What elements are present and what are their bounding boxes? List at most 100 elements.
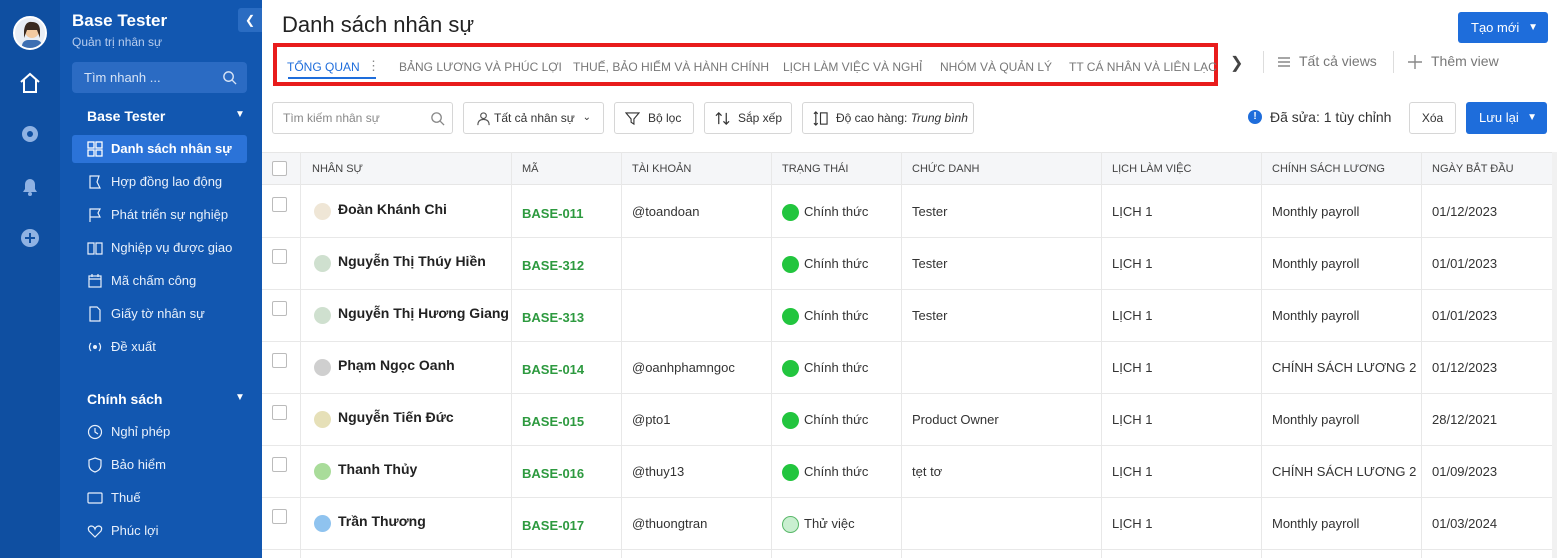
tab-group-management[interactable]: NHÓM VÀ QUẢN LÝ [940, 60, 1052, 74]
employee-scope-dropdown[interactable]: Tất cả nhân sự ⌄ [463, 102, 604, 134]
sidebar-group-policy[interactable]: Chính sách ▼ [87, 391, 245, 407]
employee-code[interactable]: BASE-016 [522, 466, 584, 481]
row-checkbox[interactable] [272, 457, 287, 472]
tab-personal-contact[interactable]: TT CÁ NHÂN VÀ LIÊN LẠC [1069, 60, 1217, 74]
sidebar-item-career[interactable]: Phát triển sự nghiệp [72, 201, 247, 229]
row-checkbox[interactable] [272, 197, 287, 212]
sidebar-item-tax[interactable]: Thuế [72, 484, 247, 512]
tab-options-icon[interactable]: ⋮ [367, 58, 380, 74]
tab-schedule-leave[interactable]: LỊCH LÀM VIỆC VÀ NGHỈ [783, 60, 922, 74]
sidebar-item-employee-list[interactable]: Danh sách nhân sự [72, 135, 247, 163]
employee-name[interactable]: Nguyễn Thị Hương Giang [338, 305, 509, 321]
employee-avatar [314, 203, 331, 220]
sidebar-item-leave[interactable]: Nghỉ phép [72, 418, 247, 446]
employee-start-date: 28/12/2021 [1432, 412, 1498, 427]
quick-search-input[interactable]: Tìm nhanh ... [72, 62, 247, 93]
column-header-salary-policy[interactable]: CHÍNH SÁCH LƯƠNG [1272, 163, 1385, 175]
employee-code[interactable]: BASE-014 [522, 362, 584, 377]
select-all-checkbox[interactable] [272, 161, 287, 176]
table-row[interactable]: Đoàn Khánh Chi Chính thức BASE-011 @toandoa… [262, 186, 1557, 238]
sidebar-item-contracts[interactable]: Hợp đồng lao động [72, 168, 247, 196]
employee-name[interactable]: Thanh Thủy [338, 461, 417, 477]
employee-name[interactable]: Nguyễn Thị Thúy Hiền [338, 253, 486, 269]
save-label: Lưu lại [1479, 110, 1519, 125]
employee-name[interactable]: Trần Thương [338, 513, 426, 529]
sidebar-item-benefits[interactable]: Phúc lợi [72, 517, 247, 545]
chevron-down-icon: ▼ [235, 109, 245, 120]
add-circle-icon[interactable] [18, 226, 42, 250]
employee-code[interactable]: BASE-312 [522, 258, 584, 273]
employee-name[interactable]: Đoàn Khánh Chi [338, 201, 447, 217]
row-height-button[interactable]: Độ cao hàng: Trung bình [802, 102, 974, 134]
employee-schedule: LỊCH 1 [1112, 516, 1153, 531]
list-icon [1278, 57, 1290, 67]
row-checkbox[interactable] [272, 249, 287, 264]
row-checkbox[interactable] [272, 405, 287, 420]
employee-code[interactable]: BASE-313 [522, 310, 584, 325]
bell-icon[interactable] [18, 174, 42, 198]
employee-job-title: Tester [912, 256, 948, 271]
sidebar-group-base-tester[interactable]: Base Tester ▼ [87, 108, 245, 124]
row-checkbox[interactable] [272, 301, 287, 316]
employee-status: Chính thức [804, 308, 869, 323]
sidebar-item-label: Phúc lợi [111, 523, 159, 538]
employee-search-input[interactable]: Tìm kiếm nhân sự [272, 102, 453, 134]
table-row[interactable]: Thanh Thủy Chính thức BASE-016 @thuy13 tẹt t… [262, 446, 1557, 498]
status-dot-icon [782, 256, 799, 273]
table-row[interactable]: Nguyễn Thị Thúy Hiền Chính thức BASE-312 Te… [262, 238, 1557, 290]
column-divider [1261, 152, 1262, 558]
column-divider [901, 152, 902, 558]
employee-avatar [314, 411, 331, 428]
table-row[interactable]: Phạm Ngọc Oanh Chính thức BASE-014 @oanhpha… [262, 342, 1557, 394]
save-button[interactable]: Lưu lại ▼ [1466, 102, 1547, 134]
column-header-status[interactable]: TRẠNG THÁI [782, 163, 848, 175]
sidebar-subtitle: Quản trị nhân sự [72, 35, 163, 49]
user-avatar[interactable] [13, 16, 47, 50]
sidebar-item-timekeeping[interactable]: Mã chấm công [72, 267, 247, 295]
table-row[interactable]: Nguyễn Thị Hương Giang Chính thức BASE-313… [262, 290, 1557, 342]
create-new-button[interactable]: Tạo mới ▼ [1458, 12, 1548, 43]
column-header-account[interactable]: TÀI KHOẢN [632, 163, 691, 175]
sidebar-item-insurance[interactable]: Bảo hiểm [72, 451, 247, 479]
employee-schedule: LỊCH 1 [1112, 256, 1153, 271]
sort-button[interactable]: Sắp xếp [704, 102, 792, 134]
column-header-employee[interactable]: NHÂN SỰ [312, 163, 363, 175]
row-checkbox[interactable] [272, 509, 287, 524]
tab-payroll-benefits[interactable]: BẢNG LƯƠNG VÀ PHÚC LỢI [399, 60, 562, 74]
table-row[interactable]: Trần Thương Thử việc BASE-017 @thuongtran LỊ… [262, 498, 1557, 550]
sidebar-item-documents[interactable]: Giấy tờ nhân sự [72, 300, 247, 328]
tax-icon [87, 492, 103, 504]
search-icon [223, 71, 237, 85]
table-row[interactable]: Nguyễn Tiến Đức Chính thức BASE-015 @pto1 Pr… [262, 394, 1557, 446]
employee-start-date: 01/12/2023 [1432, 204, 1498, 219]
employee-name[interactable]: Phạm Ngọc Oanh [338, 357, 455, 373]
tab-overview[interactable]: TỔNG QUAN [287, 60, 360, 74]
column-header-start-date[interactable]: NGÀY BẮT ĐẦU [1432, 163, 1514, 175]
employee-name[interactable]: Nguyễn Tiến Đức [338, 409, 454, 425]
all-views-link[interactable]: Tất cả views [1277, 53, 1377, 69]
horizontal-scroll-edge[interactable] [1552, 152, 1557, 558]
filter-icon [625, 112, 640, 126]
employee-avatar [314, 255, 331, 272]
collapse-sidebar-button[interactable]: ❮ [238, 8, 262, 32]
column-header-code[interactable]: MÃ [522, 163, 539, 175]
tabs-next-icon[interactable]: ❯ [1230, 53, 1243, 73]
tab-tax-insurance[interactable]: THUẾ, BẢO HIỂM VÀ HÀNH CHÍNH [573, 60, 769, 74]
gear-icon[interactable] [18, 122, 42, 146]
employee-start-date: 01/12/2023 [1432, 360, 1498, 375]
filter-button[interactable]: Bộ lọc [614, 102, 694, 134]
sidebar-item-proposals[interactable]: Đề xuất [72, 333, 247, 361]
column-header-job-title[interactable]: CHỨC DANH [912, 163, 979, 175]
sidebar-item-assignments[interactable]: Nghiệp vụ được giao [72, 234, 247, 262]
column-header-schedule[interactable]: LỊCH LÀM VIỆC [1112, 163, 1191, 175]
column-divider [771, 152, 772, 558]
sidebar-title: Base Tester [72, 11, 168, 30]
add-view-link[interactable]: Thêm view [1408, 53, 1499, 69]
employee-code[interactable]: BASE-011 [522, 206, 583, 221]
row-checkbox[interactable] [272, 353, 287, 368]
employee-code[interactable]: BASE-015 [522, 414, 584, 429]
app: Base Tester Quản trị nhân sự ❮ Tìm nhanh… [0, 0, 1557, 558]
clear-button[interactable]: Xóa [1409, 102, 1456, 134]
employee-code[interactable]: BASE-017 [522, 518, 584, 533]
home-icon[interactable] [18, 71, 42, 95]
